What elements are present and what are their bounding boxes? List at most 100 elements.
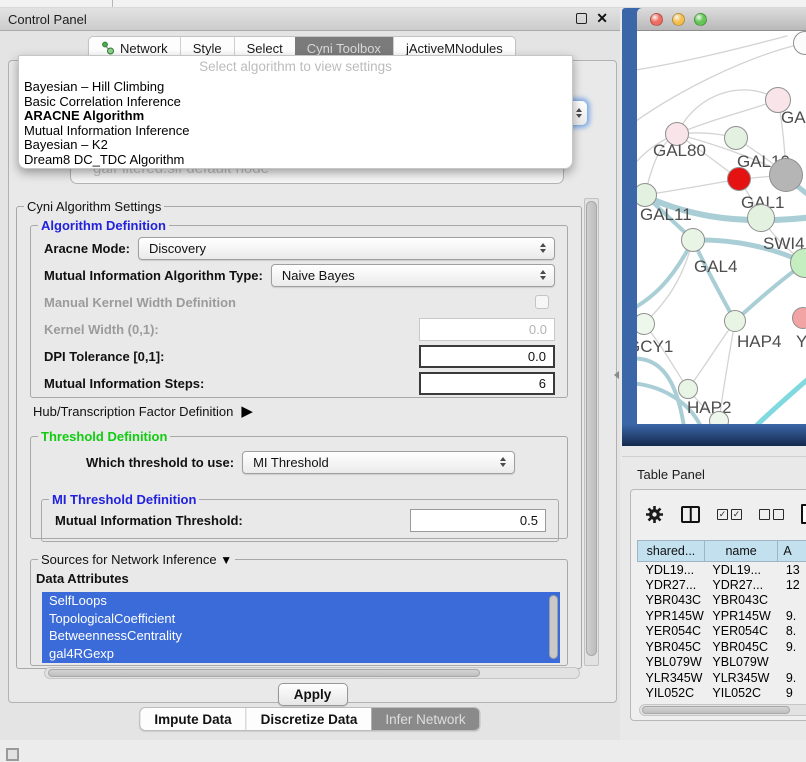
network-window-titlebar[interactable] <box>637 8 806 31</box>
unchecked-box-icon <box>759 509 770 520</box>
which-threshold-select[interactable]: MI Threshold <box>242 451 515 474</box>
kernel-width-field[interactable]: 0.0 <box>419 318 555 341</box>
tab-label: Discretize Data <box>261 712 358 727</box>
table-cell-shared[interactable]: YBR043C <box>638 593 705 609</box>
table-cell-name[interactable]: YIL052C <box>704 686 777 702</box>
table-cell-name[interactable]: YBR045C <box>704 639 777 655</box>
table-cell-val[interactable] <box>778 655 806 671</box>
float-panel-icon[interactable] <box>576 13 587 24</box>
close-panel-icon[interactable]: ✕ <box>596 11 608 25</box>
sources-toggle[interactable]: Sources for Network Inference ▼ <box>38 552 235 567</box>
tab-label: Infer Network <box>385 712 465 727</box>
table-row[interactable]: YIL052CYIL052C9 <box>638 686 806 702</box>
hub-definition-toggle[interactable]: Hub/Transcription Factor Definition ▶ <box>33 402 253 420</box>
table-row[interactable]: YDR27...YDR27...12 <box>638 577 806 593</box>
table-cell-shared[interactable]: YBL079W <box>638 655 705 671</box>
select-all-columns-icon[interactable]: ✓ ✓ <box>717 509 742 520</box>
table-cell-name[interactable]: YDL19... <box>704 562 777 578</box>
algorithm-option[interactable]: Bayesian – K2 <box>19 138 572 153</box>
table-cell-shared[interactable]: YDR27... <box>638 577 705 593</box>
settings-horizontal-scrollbar[interactable] <box>44 667 580 679</box>
collapsed-panel-icon[interactable] <box>6 748 19 761</box>
data-attributes-list[interactable]: SelfLoops TopologicalCoefficient Between… <box>42 592 560 663</box>
mi-algorithm-type-select[interactable]: Naive Bayes <box>271 264 555 287</box>
attribute-item[interactable]: SelfLoops <box>42 592 560 610</box>
splitter-collapse-arrow[interactable] <box>614 371 619 379</box>
table-cell-val[interactable]: 8. <box>778 624 806 640</box>
table-row[interactable]: YER054CYER054C8. <box>638 624 806 640</box>
deselect-all-columns-icon[interactable] <box>759 509 784 520</box>
minimize-traffic-light[interactable] <box>672 13 685 26</box>
gear-icon[interactable] <box>645 505 664 524</box>
column-header-name[interactable]: name <box>704 541 777 562</box>
network-node-gal4[interactable] <box>681 228 705 252</box>
settings-vertical-scrollbar[interactable] <box>584 198 599 666</box>
table-cell-val[interactable]: 12 <box>778 577 806 593</box>
table-cell-shared[interactable]: YIL052C <box>638 686 705 702</box>
algorithm-option[interactable]: Basic Correlation Inference <box>19 95 572 110</box>
table-cell-name[interactable]: YER054C <box>704 624 777 640</box>
network-node-gal10[interactable] <box>724 126 748 150</box>
table-cell-name[interactable]: YPR145W <box>704 608 777 624</box>
algorithm-option-selected[interactable]: ARACNE Algorithm <box>19 109 572 124</box>
aracne-mode-select[interactable]: Discovery <box>138 237 555 260</box>
network-node[interactable] <box>769 158 803 192</box>
table-horizontal-scrollbar[interactable] <box>639 704 806 716</box>
scrollbar-thumb[interactable] <box>642 706 790 714</box>
table-cell-val[interactable]: 9 <box>778 686 806 702</box>
apply-button[interactable]: Apply <box>278 683 348 706</box>
checked-box-icon: ✓ <box>717 509 728 520</box>
manual-kernel-width-checkbox[interactable] <box>535 295 549 309</box>
network-node-gal1[interactable] <box>727 167 751 191</box>
table-row[interactable]: YBR045CYBR045C9. <box>638 639 806 655</box>
table-row[interactable]: YDL19...YDL19...13 <box>638 562 806 578</box>
algorithm-option[interactable]: Dream8 DC_TDC Algorithm <box>19 153 572 168</box>
zoom-traffic-light[interactable] <box>694 13 707 26</box>
network-canvas[interactable]: GALGAL80GAL10GAL1GAL11SWI4GAL4HAP4YGCY1H… <box>637 31 806 425</box>
table-cell-shared[interactable]: YLR345W <box>638 670 705 686</box>
table-cell-shared[interactable]: YDL19... <box>638 562 705 578</box>
table-cell-val[interactable]: 13 <box>778 562 806 578</box>
dpi-tolerance-field[interactable]: 0.0 <box>419 345 555 368</box>
column-header-clipped[interactable]: A <box>778 541 806 562</box>
table-row[interactable]: YBL079WYBL079W <box>638 655 806 671</box>
table-cell-name[interactable]: YLR345W <box>704 670 777 686</box>
close-traffic-light[interactable] <box>650 13 663 26</box>
tab-infer-network[interactable]: Infer Network <box>371 708 479 730</box>
document-icon[interactable] <box>801 504 806 524</box>
network-node-swi4[interactable] <box>747 204 775 232</box>
algorithm-option[interactable]: Bayesian – Hill Climbing <box>19 80 572 95</box>
table-row[interactable]: YBR043CYBR043C <box>638 593 806 609</box>
table-row[interactable]: YPR145WYPR145W9. <box>638 608 806 624</box>
node-label: GAL80 <box>653 141 706 161</box>
table-cell-shared[interactable]: YPR145W <box>638 608 705 624</box>
table-cell-val[interactable] <box>778 593 806 609</box>
network-node[interactable] <box>709 411 729 425</box>
table-cell-val[interactable]: 9. <box>778 639 806 655</box>
table-cell-name[interactable]: YDR27... <box>704 577 777 593</box>
algorithm-option[interactable]: Mutual Information Inference <box>19 124 572 139</box>
table-cell-val[interactable]: 9. <box>778 670 806 686</box>
attribute-item[interactable]: gal4RGexp <box>42 645 560 663</box>
network-node-hap4[interactable] <box>724 310 746 332</box>
attributes-scrollbar[interactable] <box>549 595 558 659</box>
column-header-shared-name[interactable]: shared... <box>638 541 705 562</box>
table-cell-name[interactable]: YBR043C <box>704 593 777 609</box>
scrollbar-thumb[interactable] <box>48 669 480 677</box>
table-cell-shared[interactable]: YBR045C <box>638 639 705 655</box>
attribute-item[interactable]: TopologicalCoefficient <box>42 610 560 628</box>
split-columns-icon[interactable] <box>681 506 700 523</box>
table-cell-shared[interactable]: YER054C <box>638 624 705 640</box>
tab-discretize-data[interactable]: Discretize Data <box>246 708 372 730</box>
combo-arrows-icon <box>576 108 582 118</box>
table-row[interactable]: YLR345WYLR345W9. <box>638 670 806 686</box>
table-cell-name[interactable]: YBL079W <box>704 655 777 671</box>
mi-threshold-field[interactable]: 0.5 <box>410 509 546 532</box>
table-cell-val[interactable]: 9. <box>778 608 806 624</box>
mi-steps-field[interactable]: 6 <box>419 372 555 395</box>
scrollbar-thumb[interactable] <box>586 201 597 656</box>
tab-impute-data[interactable]: Impute Data <box>140 708 245 730</box>
attribute-item[interactable]: BetweennessCentrality <box>42 627 560 645</box>
mi-threshold-group: MI Threshold Definition Mutual Informati… <box>41 492 559 542</box>
network-node-hap2[interactable] <box>678 379 698 399</box>
